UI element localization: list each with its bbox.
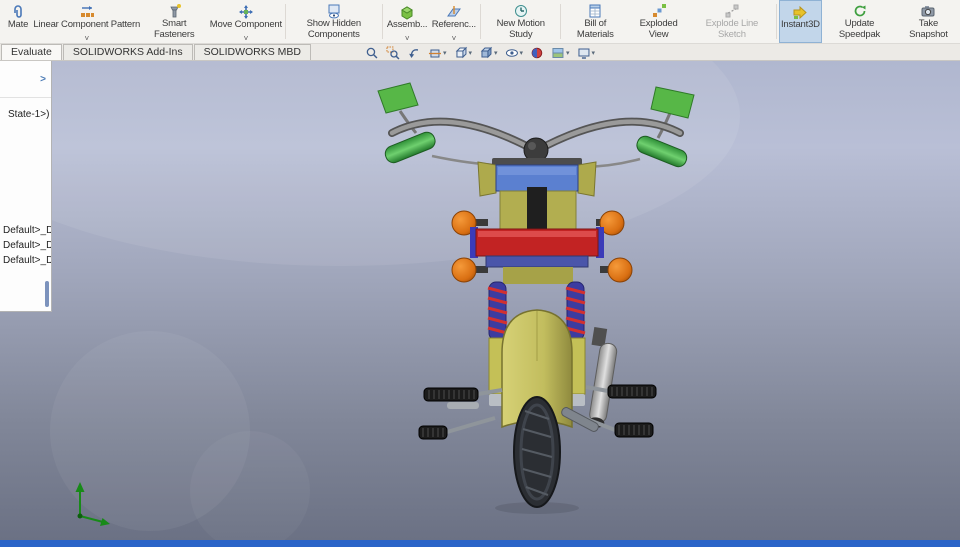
display-style-icon[interactable]: [479, 46, 498, 60]
view-orientation-icon[interactable]: [453, 46, 472, 60]
mate-button[interactable]: Mate: [2, 0, 34, 43]
section-view-icon[interactable]: [428, 46, 447, 60]
linear-component-pattern-button[interactable]: Linear Component Pattern: [33, 0, 141, 43]
snapshot-label: Take Snapshot: [909, 18, 948, 40]
exploded-view-icon: [651, 3, 667, 19]
smart-fasteners-icon: [166, 3, 182, 19]
reference-geometry-button[interactable]: Referenc...: [430, 0, 478, 43]
feature-tree-panel: > State-1>) Default>_Dis Default>_Di Def…: [0, 61, 52, 312]
foot-peg-lower-left[interactable]: [418, 425, 448, 440]
instant3d-label: Instant3D: [780, 19, 820, 30]
move-component-label: Move Component: [209, 19, 282, 30]
tree-item[interactable]: Default>_Dis: [3, 225, 51, 236]
bom-label: Bill of Materials: [576, 18, 614, 40]
panel-divider: [0, 97, 51, 98]
show-hidden-label: Show Hidden Components: [306, 18, 362, 40]
zoom-to-fit-icon[interactable]: [365, 46, 379, 60]
show-hidden-components-button[interactable]: Show Hidden Components: [288, 0, 380, 43]
linear-pattern-label: Linear Component Pattern: [33, 19, 141, 30]
smart-fasteners-label: Smart Fasteners: [153, 18, 195, 40]
tab-evaluate[interactable]: Evaluate: [1, 44, 62, 60]
bom-icon: [587, 3, 603, 19]
take-snapshot-button[interactable]: Take Snapshot: [897, 0, 960, 43]
motion-study-label: New Motion Study: [496, 18, 545, 40]
linear-pattern-icon: [79, 3, 95, 20]
snapshot-icon: [920, 3, 936, 19]
foot-peg-lower-right[interactable]: [614, 422, 654, 438]
move-component-button[interactable]: Move Component: [209, 0, 283, 43]
explode-line-sketch-icon: [724, 3, 740, 19]
edit-appearance-icon[interactable]: [530, 46, 544, 60]
tab-solidworks-mbd[interactable]: SOLIDWORKS MBD: [193, 44, 312, 60]
tab-solidworks-add-ins[interactable]: SOLIDWORKS Add-Ins: [62, 44, 193, 60]
mate-label: Mate: [7, 19, 29, 30]
previous-view-icon[interactable]: [407, 46, 421, 60]
mate-icon: [10, 3, 26, 20]
smart-fasteners-button[interactable]: Smart Fasteners: [139, 0, 208, 43]
heads-up-view-toolbar: [365, 45, 595, 60]
status-bar: [0, 540, 960, 547]
assembly-features-button[interactable]: Assemb...: [385, 0, 430, 43]
update-speedpak-label: Update Speedpak: [838, 18, 881, 40]
assembly-features-label: Assemb...: [386, 19, 428, 30]
update-speedpak-button[interactable]: Update Speedpak: [822, 0, 897, 43]
explode-line-sketch-label: Explode Line Sketch: [705, 18, 759, 40]
view-settings-icon[interactable]: [577, 46, 596, 60]
instant3d-button[interactable]: Instant3D: [778, 0, 823, 43]
toolbar-separator: [480, 4, 481, 39]
toolbar-separator: [775, 4, 777, 39]
suspension-spring-left[interactable]: [487, 281, 508, 341]
tree-item[interactable]: Default>_Di: [3, 240, 51, 251]
command-tab-bar: Evaluate SOLIDWORKS Add-Ins SOLIDWORKS M…: [0, 44, 960, 61]
exploded-view-label: Exploded View: [639, 18, 678, 40]
reference-geometry-icon: [446, 3, 462, 20]
toolbar-separator: [284, 4, 286, 39]
update-speedpak-icon: [852, 3, 868, 19]
hide-show-items-icon[interactable]: [505, 46, 524, 60]
assembly-features-icon: [399, 3, 415, 20]
toolbar-separator: [560, 4, 562, 39]
toolbar-separator: [381, 4, 383, 39]
instant3d-icon: [792, 3, 808, 20]
reference-geometry-label: Referenc...: [431, 19, 476, 30]
move-component-icon: [238, 3, 254, 20]
explode-line-sketch-button[interactable]: Explode Line Sketch: [690, 0, 774, 43]
tree-scrollbar[interactable]: [45, 281, 49, 307]
main-area: > State-1>) Default>_Dis Default>_Di Def…: [0, 61, 960, 540]
foot-peg-upper-right[interactable]: [607, 384, 657, 399]
command-manager-toolbar: Mate Linear Component Pattern Smart Fast…: [0, 0, 960, 44]
new-motion-study-button[interactable]: New Motion Study: [483, 0, 559, 43]
front-crossbar[interactable]: [470, 227, 604, 258]
show-hidden-icon: [326, 3, 342, 19]
tree-expand-arrow[interactable]: >: [40, 74, 46, 85]
fuel-tank[interactable]: [499, 187, 577, 235]
apply-scene-icon[interactable]: [551, 46, 570, 60]
exploded-view-button[interactable]: Exploded View: [627, 0, 690, 43]
bill-of-materials-button[interactable]: Bill of Materials: [563, 0, 627, 43]
tree-item[interactable]: State-1>): [8, 109, 49, 120]
graphics-area[interactable]: [0, 61, 960, 540]
zoom-to-area-icon[interactable]: [386, 46, 400, 60]
motion-study-icon: [513, 3, 529, 19]
tree-item[interactable]: Default>_Di: [3, 255, 51, 266]
